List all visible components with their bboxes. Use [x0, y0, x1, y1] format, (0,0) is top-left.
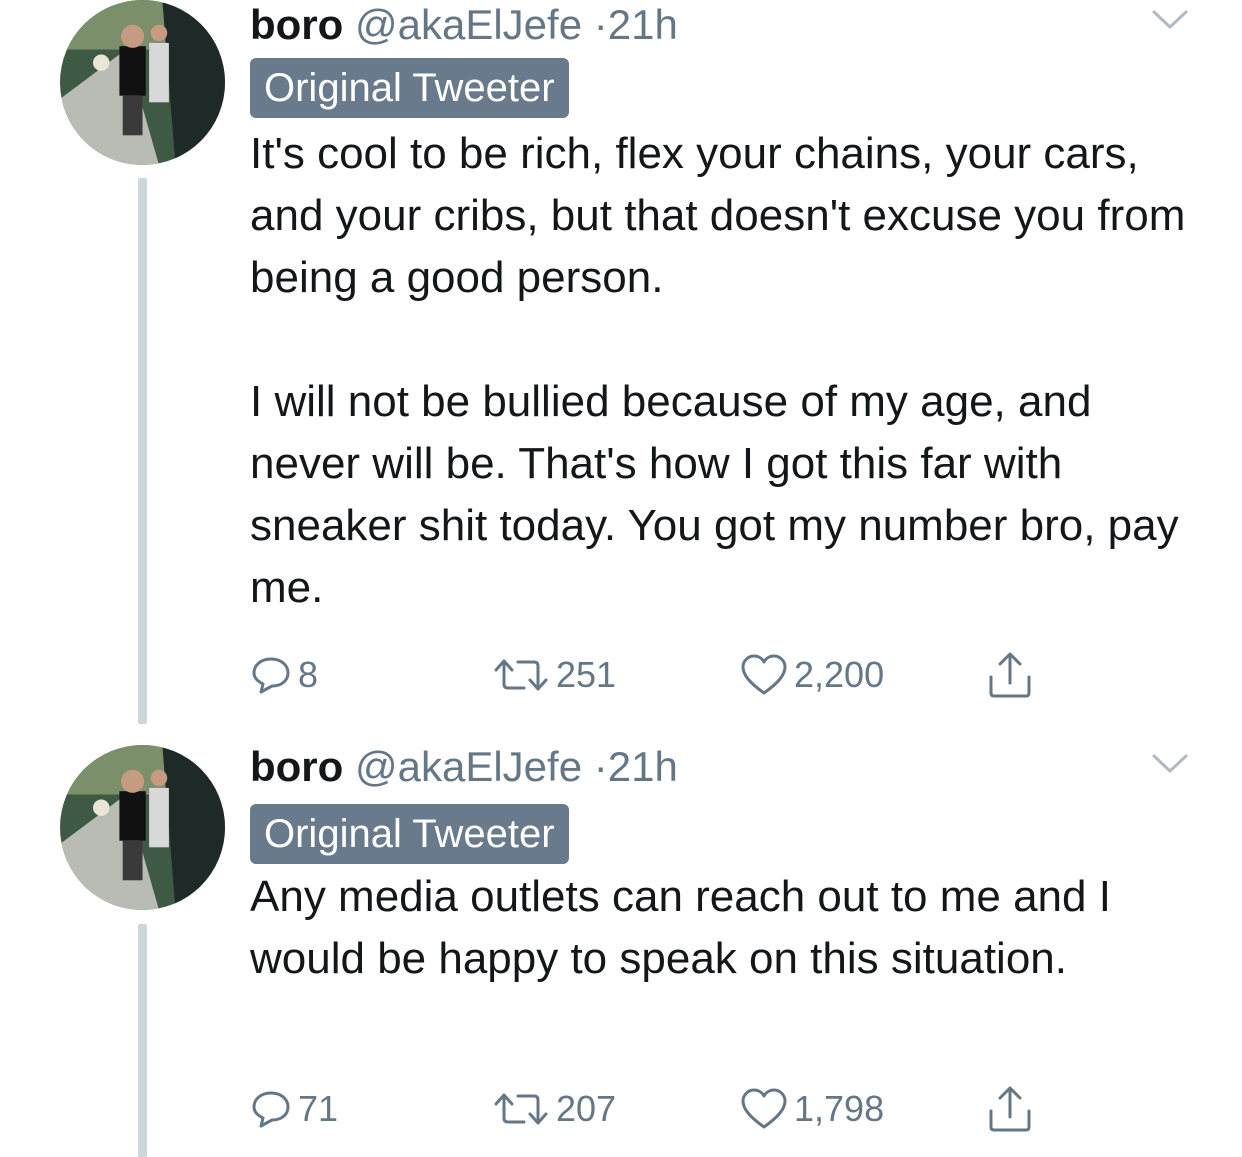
- tweet-header: boro @akaElJefe ·21h: [250, 0, 678, 50]
- retweet-icon: [494, 659, 548, 691]
- timestamp[interactable]: 21h: [608, 1, 678, 48]
- separator: ·: [593, 743, 608, 790]
- share-icon: [989, 652, 1031, 698]
- tweet-header: boro @akaElJefe ·21h: [250, 742, 678, 792]
- heart-icon: [741, 1088, 787, 1129]
- username[interactable]: @akaElJefe: [355, 743, 582, 790]
- like-count: 2,200: [794, 654, 885, 695]
- reply-count: 8: [298, 654, 319, 695]
- retweet-count: 251: [556, 654, 617, 695]
- like-button[interactable]: 1,798: [740, 1084, 884, 1134]
- retweet-count: 207: [556, 1088, 617, 1129]
- chevron-down-icon[interactable]: [1150, 752, 1190, 776]
- chevron-down-icon[interactable]: [1150, 8, 1190, 32]
- display-name[interactable]: boro: [250, 1, 343, 48]
- tweet[interactable]: boro @akaElJefe ·21h Original Tweeter An…: [0, 738, 1242, 1157]
- action-bar: 71 207 1,798: [0, 1084, 1242, 1134]
- reply-button[interactable]: 71: [250, 1084, 338, 1134]
- like-button[interactable]: 2,200: [740, 650, 884, 700]
- heart-icon: [741, 654, 787, 695]
- share-button[interactable]: [985, 1084, 1035, 1134]
- original-tweeter-badge: Original Tweeter: [250, 804, 569, 864]
- retweet-icon: [494, 1093, 548, 1125]
- tweet[interactable]: boro @akaElJefe ·21h Original Tweeter It…: [0, 0, 1242, 735]
- like-count: 1,798: [794, 1088, 885, 1129]
- share-button[interactable]: [985, 650, 1035, 700]
- timestamp[interactable]: 21h: [608, 743, 678, 790]
- reply-button[interactable]: 8: [250, 650, 318, 700]
- thread-line: [138, 178, 147, 724]
- retweet-button[interactable]: 207: [492, 1084, 616, 1134]
- tweet-paragraph: Any media outlets can reach out to me an…: [250, 872, 1111, 983]
- reply-icon: [252, 657, 290, 694]
- tweet-paragraph: I will not be bullied because of my age,…: [250, 377, 1179, 612]
- separator: ·: [593, 1, 608, 48]
- retweet-button[interactable]: 251: [492, 650, 616, 700]
- tweet-text: It's cool to be rich, flex your chains, …: [250, 123, 1210, 619]
- tweet-text: Any media outlets can reach out to me an…: [250, 866, 1210, 990]
- share-icon: [989, 1086, 1031, 1132]
- reply-icon: [252, 1091, 290, 1128]
- reply-count: 71: [298, 1088, 339, 1129]
- username[interactable]: @akaElJefe: [355, 1, 582, 48]
- action-bar: 8 251 2,200: [0, 650, 1242, 700]
- tweet-paragraph: It's cool to be rich, flex your chains, …: [250, 129, 1186, 302]
- avatar[interactable]: [60, 745, 225, 910]
- avatar[interactable]: [60, 0, 225, 165]
- original-tweeter-badge: Original Tweeter: [250, 58, 569, 118]
- display-name[interactable]: boro: [250, 743, 343, 790]
